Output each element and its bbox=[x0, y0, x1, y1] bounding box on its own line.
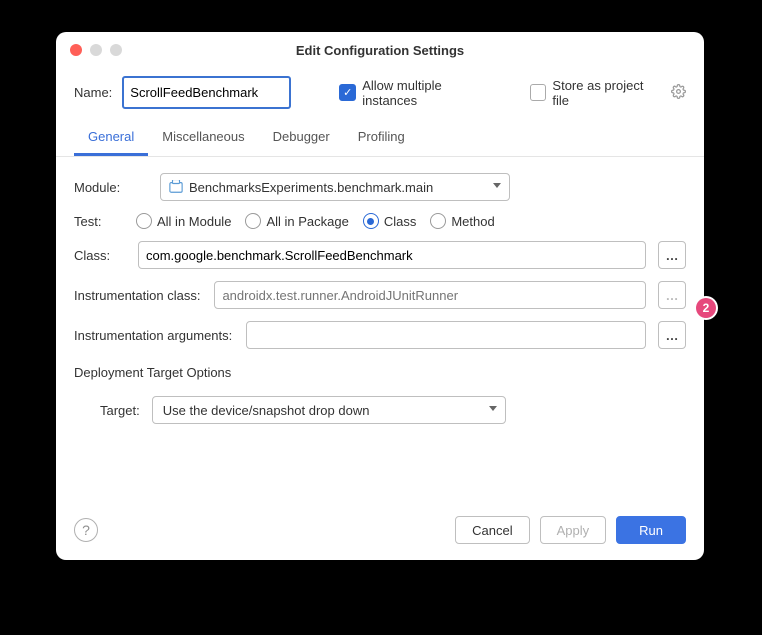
target-label: Target: bbox=[100, 403, 140, 418]
form-body: Module: BenchmarksExperiments.benchmark.… bbox=[56, 157, 704, 424]
module-label: Module: bbox=[74, 180, 132, 195]
notification-badge[interactable]: 2 bbox=[696, 298, 716, 318]
module-row: Module: BenchmarksExperiments.benchmark.… bbox=[74, 173, 686, 201]
radio-all-in-module[interactable]: All in Module bbox=[136, 213, 231, 229]
name-row: Name: ✓ Allow multiple instances Store a… bbox=[56, 68, 704, 121]
tab-general[interactable]: General bbox=[74, 121, 148, 156]
class-input[interactable] bbox=[138, 241, 646, 269]
allow-multiple-checkbox[interactable]: ✓ Allow multiple instances bbox=[339, 78, 499, 108]
minimize-icon bbox=[90, 44, 102, 56]
class-browse-button[interactable]: … bbox=[658, 241, 686, 269]
radio-all-in-package[interactable]: All in Package bbox=[245, 213, 348, 229]
help-button[interactable]: ? bbox=[74, 518, 98, 542]
window-title: Edit Configuration Settings bbox=[296, 43, 464, 58]
name-label: Name: bbox=[74, 85, 112, 100]
module-icon bbox=[169, 180, 183, 194]
tab-miscellaneous[interactable]: Miscellaneous bbox=[148, 121, 258, 156]
radio-class[interactable]: Class bbox=[363, 213, 417, 229]
test-row: Test: All in Module All in Package Class… bbox=[74, 213, 686, 229]
tab-profiling[interactable]: Profiling bbox=[344, 121, 419, 156]
zoom-icon bbox=[110, 44, 122, 56]
instrumentation-arguments-input[interactable] bbox=[246, 321, 646, 349]
allow-multiple-label: Allow multiple instances bbox=[362, 78, 499, 108]
titlebar: Edit Configuration Settings bbox=[56, 32, 704, 68]
target-value: Use the device/snapshot drop down bbox=[163, 403, 370, 418]
target-select[interactable]: Use the device/snapshot drop down bbox=[152, 396, 506, 424]
chevron-down-icon bbox=[493, 183, 501, 188]
checkbox-checked-icon: ✓ bbox=[339, 84, 356, 101]
module-value: BenchmarksExperiments.benchmark.main bbox=[189, 180, 433, 195]
close-icon[interactable] bbox=[70, 44, 82, 56]
run-button[interactable]: Run bbox=[616, 516, 686, 544]
class-row: Class: … bbox=[74, 241, 686, 269]
instrumentation-class-browse-button: … bbox=[658, 281, 686, 309]
instrumentation-arguments-browse-button[interactable]: … bbox=[658, 321, 686, 349]
dialog-window: Edit Configuration Settings Name: ✓ Allo… bbox=[56, 32, 704, 560]
store-project-label: Store as project file bbox=[552, 78, 663, 108]
tabs: General Miscellaneous Debugger Profiling bbox=[56, 121, 704, 157]
gear-icon[interactable] bbox=[671, 84, 686, 102]
instrumentation-class-input bbox=[214, 281, 646, 309]
module-select[interactable]: BenchmarksExperiments.benchmark.main bbox=[160, 173, 510, 201]
instrumentation-arguments-row: Instrumentation arguments: … bbox=[74, 321, 686, 349]
store-project-checkbox[interactable]: Store as project file bbox=[530, 78, 687, 108]
footer: ? Cancel Apply Run bbox=[56, 502, 704, 560]
tab-debugger[interactable]: Debugger bbox=[259, 121, 344, 156]
instrumentation-arguments-label: Instrumentation arguments: bbox=[74, 328, 232, 343]
checkbox-unchecked-icon bbox=[530, 84, 547, 101]
window-controls bbox=[70, 44, 122, 56]
apply-button: Apply bbox=[540, 516, 607, 544]
class-label: Class: bbox=[74, 248, 124, 263]
deployment-header: Deployment Target Options bbox=[74, 365, 686, 380]
instrumentation-class-label: Instrumentation class: bbox=[74, 288, 200, 303]
cancel-button[interactable]: Cancel bbox=[455, 516, 529, 544]
target-row: Target: Use the device/snapshot drop dow… bbox=[74, 396, 686, 424]
instrumentation-class-row: Instrumentation class: … bbox=[74, 281, 686, 309]
name-input[interactable] bbox=[122, 76, 291, 109]
chevron-down-icon bbox=[489, 406, 497, 411]
radio-method[interactable]: Method bbox=[430, 213, 494, 229]
test-label: Test: bbox=[74, 214, 132, 229]
